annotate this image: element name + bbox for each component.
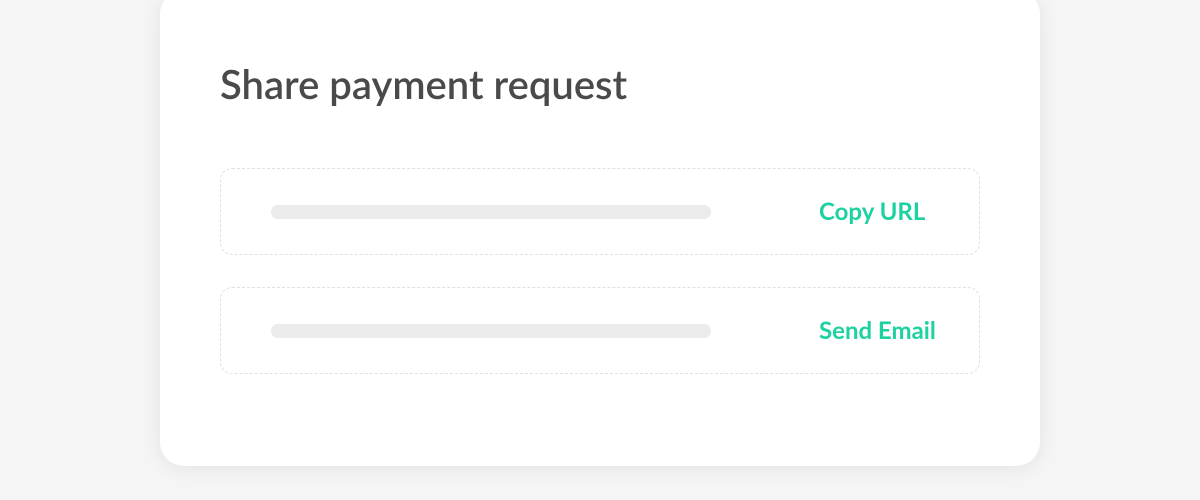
send-email-button[interactable]: Send Email	[779, 316, 939, 345]
copy-url-row: Copy URL	[220, 168, 980, 255]
card-title: Share payment request	[220, 60, 980, 108]
send-email-row: Send Email	[220, 287, 980, 374]
email-placeholder-bar	[271, 324, 711, 338]
url-placeholder-bar	[271, 205, 711, 219]
share-payment-card: Share payment request Copy URL Send Emai…	[160, 0, 1040, 466]
copy-url-button[interactable]: Copy URL	[779, 197, 939, 226]
